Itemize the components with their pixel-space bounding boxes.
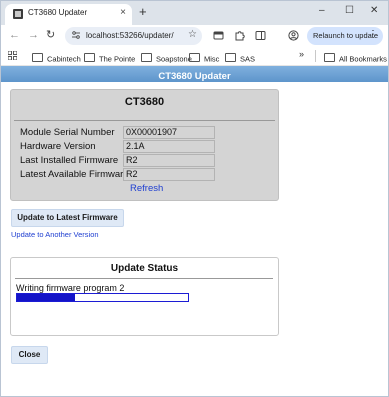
update-status-title: Update Status [110,263,179,274]
browser-toolbar: ← → ↻ localhost:53266/updater/ ☆ Relaunc… [1,25,388,47]
latest-available-firmware-value: R2 [123,168,215,181]
device-title: CT3680 [124,96,165,108]
browser-menu-icon[interactable]: ⋮ [368,29,378,41]
cast-icon[interactable] [213,30,224,41]
bookmark-folder-soapstone[interactable]: Soapstone [141,50,192,63]
browser-window: CT3680 Updater × + – ☐ ✕ ← → ↻ localhost… [0,0,389,397]
address-bar[interactable]: localhost:53266/updater/ ☆ [65,27,202,45]
app-header-title: CT3680 Updater [158,71,231,82]
tab-strip: CT3680 Updater × + – ☐ ✕ [1,1,388,25]
divider [15,278,273,279]
new-tab-button[interactable]: + [139,5,147,19]
bookmark-star-icon[interactable]: ☆ [188,29,197,40]
progress-bar-fill [17,294,76,301]
url-text: localhost:53266/updater/ [86,31,174,40]
minimize-button[interactable]: – [319,5,325,17]
tab-title: CT3680 Updater [28,8,88,17]
close-button[interactable]: Close [11,346,48,364]
bookmark-folder-cabintech[interactable]: Cabintech [32,50,81,63]
bookmark-folder-misc[interactable]: Misc [189,50,219,63]
apps-grid-icon[interactable] [8,51,17,60]
side-panel-icon[interactable] [255,30,266,41]
device-info-panel: CT3680 Module Serial Number 0X00001907 H… [10,89,279,201]
folder-icon [32,53,43,63]
bookmark-folder-sas[interactable]: SAS [225,50,255,63]
serial-number-label: Module Serial Number [20,127,115,138]
tab-close-icon[interactable]: × [120,7,126,19]
update-to-latest-firmware-button[interactable]: Update to Latest Firmware [11,209,124,227]
maximize-button[interactable]: ☐ [345,5,354,17]
back-button[interactable]: ← [9,29,20,41]
serial-number-value: 0X00001907 [123,126,215,139]
browser-tab[interactable]: CT3680 Updater × [5,4,132,25]
relaunch-to-update-button[interactable]: Relaunch to update ⋮ [307,27,383,45]
hardware-version-label: Hardware Version [20,141,96,152]
status-message: Writing firmware program 2 [16,283,125,293]
favicon-icon [13,9,23,19]
all-bookmarks-button[interactable]: All Bookmarks [324,50,387,63]
page-content: CT3680 Updater CT3680 Module Serial Numb… [1,66,388,396]
folder-icon [141,53,152,63]
refresh-link[interactable]: Refresh [130,183,163,194]
last-installed-firmware-label: Last Installed Firmware [20,155,119,166]
app-header: CT3680 Updater [1,66,388,82]
reload-button[interactable]: ↻ [46,29,55,41]
extensions-icon[interactable] [234,30,245,41]
folder-icon [225,53,236,63]
window-close-button[interactable]: ✕ [370,5,378,17]
hardware-version-value: 2.1A [123,140,215,153]
bookmarks-divider [315,50,316,62]
site-info-icon[interactable] [72,31,80,39]
bookmarks-bar: Cabintech The Pointe Soapstone Misc SAS … [1,47,388,66]
divider [14,120,275,121]
forward-button[interactable]: → [28,29,39,41]
more-bookmarks-chevron-icon[interactable]: » [299,49,304,59]
folder-icon [84,53,95,63]
update-to-another-version-link[interactable]: Update to Another Version [11,230,99,239]
latest-available-firmware-label: Latest Available Firmware [20,169,129,180]
folder-icon [324,53,335,63]
last-installed-firmware-value: R2 [123,154,215,167]
profile-icon[interactable] [288,30,299,41]
update-status-panel: Update Status Writing firmware program 2 [10,257,279,336]
bookmark-folder-the-pointe[interactable]: The Pointe [84,50,135,63]
progress-bar [16,293,189,302]
folder-icon [189,53,200,63]
